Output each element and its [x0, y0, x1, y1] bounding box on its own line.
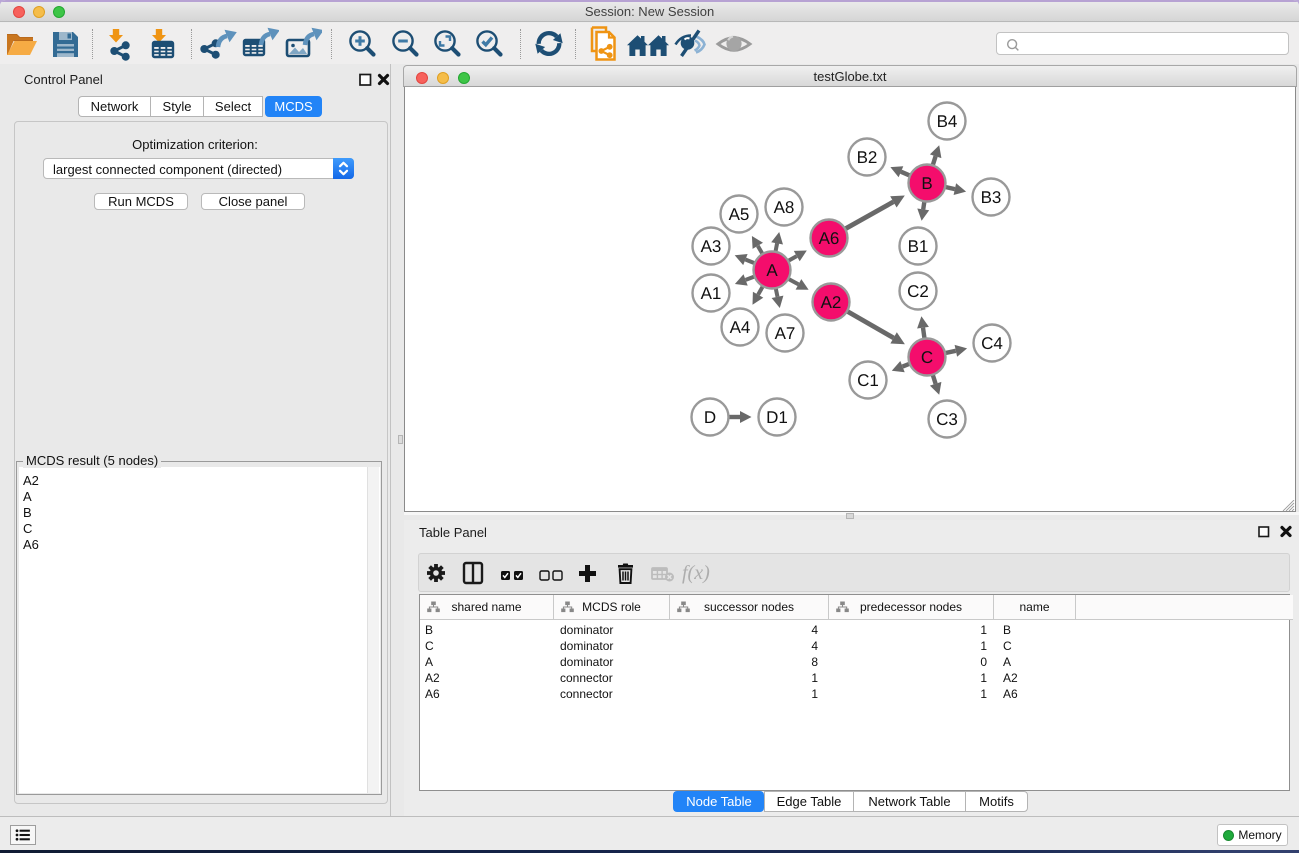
svg-text:B4: B4	[937, 112, 958, 131]
svg-text:A7: A7	[775, 324, 796, 343]
svg-text:A4: A4	[730, 318, 751, 337]
svg-text:A1: A1	[701, 284, 722, 303]
svg-text:C3: C3	[936, 410, 958, 429]
svg-text:A6: A6	[819, 229, 840, 248]
svg-text:C: C	[921, 348, 933, 367]
svg-text:C1: C1	[857, 371, 879, 390]
svg-text:C2: C2	[907, 282, 929, 301]
svg-text:B1: B1	[908, 237, 929, 256]
svg-text:B3: B3	[981, 188, 1002, 207]
svg-text:B: B	[921, 174, 932, 193]
svg-text:C4: C4	[981, 334, 1003, 353]
svg-text:A8: A8	[774, 198, 795, 217]
svg-text:D1: D1	[766, 408, 788, 427]
svg-text:A3: A3	[701, 237, 722, 256]
svg-text:A: A	[766, 261, 778, 280]
svg-text:A5: A5	[729, 205, 750, 224]
svg-text:B2: B2	[857, 148, 878, 167]
svg-text:A2: A2	[821, 293, 842, 312]
svg-text:D: D	[704, 408, 716, 427]
